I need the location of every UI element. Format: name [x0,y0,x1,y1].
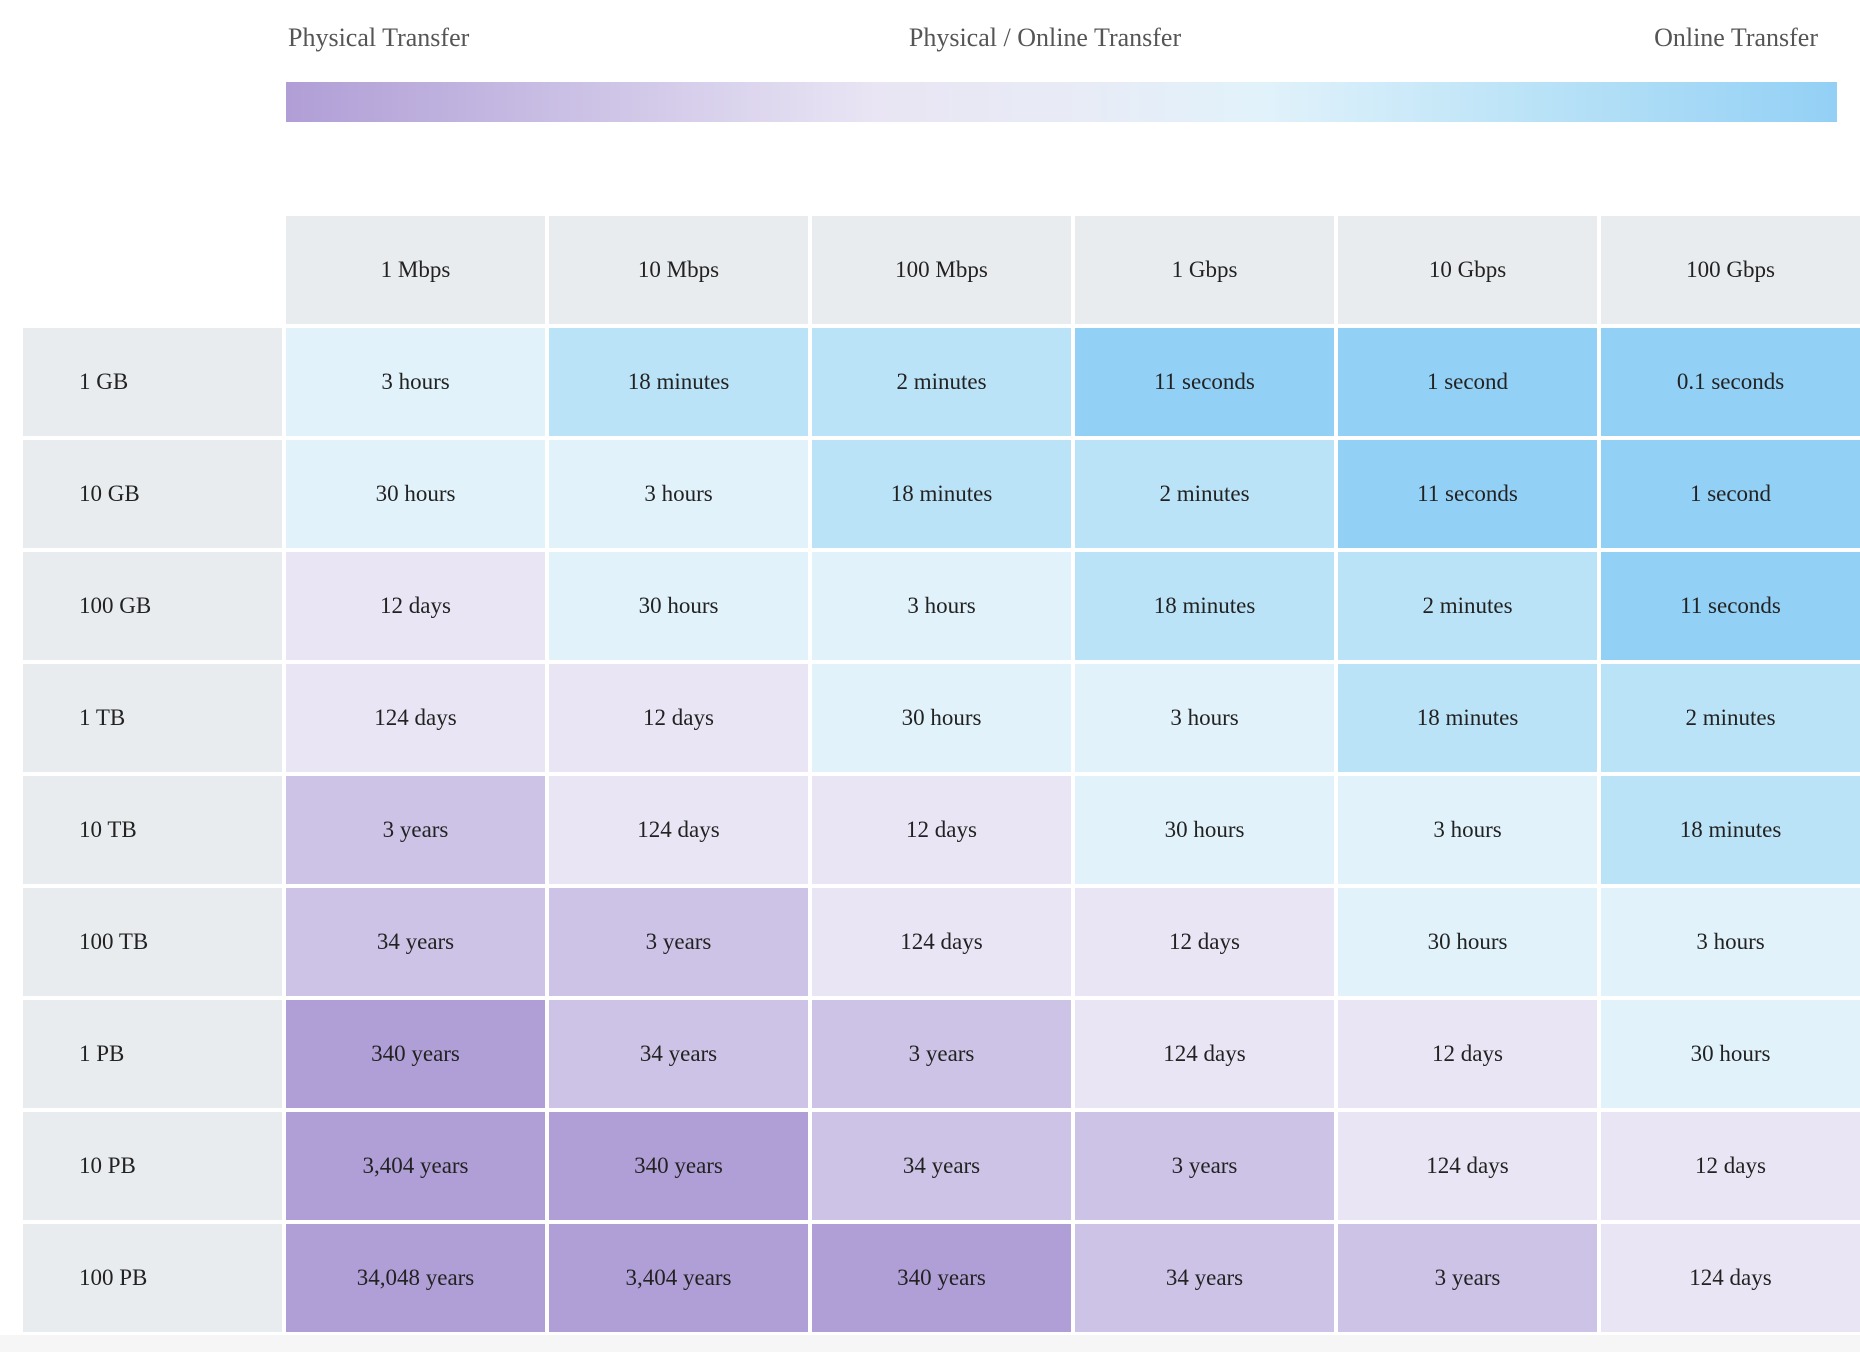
table-cell: 124 days [1338,1112,1597,1220]
table-cell: 30 hours [1075,776,1334,884]
table-cell: 12 days [286,552,545,660]
table-cell: 3 years [1075,1112,1334,1220]
table-cell: 3 hours [812,552,1071,660]
row-header: 100 TB [23,888,282,996]
row-header: 1 TB [23,664,282,772]
table-cell: 2 minutes [1601,664,1860,772]
table-cell: 3 years [549,888,808,996]
table-cell: 11 seconds [1075,328,1334,436]
table-cell: 3 years [812,1000,1071,1108]
table-cell: 340 years [549,1112,808,1220]
row-header: 100 PB [23,1224,282,1332]
column-header: 1 Gbps [1075,216,1334,324]
table-cell: 1 second [1601,440,1860,548]
table-cell: 12 days [549,664,808,772]
table-cell: 3 hours [549,440,808,548]
column-header: 100 Gbps [1601,216,1860,324]
table-cell: 34 years [286,888,545,996]
table-cell: 11 seconds [1338,440,1597,548]
table-cell: 34 years [549,1000,808,1108]
table-cell: 1 second [1338,328,1597,436]
column-header: 10 Gbps [1338,216,1597,324]
table-cell: 11 seconds [1601,552,1860,660]
table-cell: 12 days [812,776,1071,884]
table-cell: 124 days [812,888,1071,996]
table-cell: 2 minutes [812,328,1071,436]
table-cell: 3 years [286,776,545,884]
column-header: 1 Mbps [286,216,545,324]
transfer-time-table: 1 Mbps 10 Mbps 100 Mbps 1 Gbps 10 Gbps 100 Gb… [23,216,1860,1332]
column-header: 10 Mbps [549,216,808,324]
row-header: 1 PB [23,1000,282,1108]
table-cell: 12 days [1601,1112,1860,1220]
table-cell: 124 days [549,776,808,884]
table-cell: 124 days [286,664,545,772]
table-cell: 34,048 years [286,1224,545,1332]
row-header: 1 GB [23,328,282,436]
row-header: 10 GB [23,440,282,548]
table-cell: 12 days [1338,1000,1597,1108]
table-cell: 2 minutes [1075,440,1334,548]
table-cell: 18 minutes [812,440,1071,548]
row-header: 10 TB [23,776,282,884]
table-cell: 3 hours [1338,776,1597,884]
table-cell: 18 minutes [549,328,808,436]
table-cell: 3 hours [1075,664,1334,772]
table-cell: 3 years [1338,1224,1597,1332]
table-cell: 18 minutes [1338,664,1597,772]
table-cell: 30 hours [812,664,1071,772]
table-cell: 18 minutes [1075,552,1334,660]
legend-label-online: Online Transfer [1654,23,1818,52]
row-header: 10 PB [23,1112,282,1220]
table-cell: 30 hours [1338,888,1597,996]
table-cell: 34 years [1075,1224,1334,1332]
table-cell: 340 years [286,1000,545,1108]
table-cell: 30 hours [549,552,808,660]
table-cell: 124 days [1075,1000,1334,1108]
table-cell: 2 minutes [1338,552,1597,660]
table-cell: 3 hours [286,328,545,436]
table-cell: 3,404 years [286,1112,545,1220]
table-cell: 340 years [812,1224,1071,1332]
row-header: 100 GB [23,552,282,660]
table-cell: 30 hours [286,440,545,548]
table-cell: 12 days [1075,888,1334,996]
table-cell: 3 hours [1601,888,1860,996]
table-corner [23,216,282,324]
table-cell: 124 days [1601,1224,1860,1332]
column-header: 100 Mbps [812,216,1071,324]
table-cell: 18 minutes [1601,776,1860,884]
table-cell: 30 hours [1601,1000,1860,1108]
page-footer-background [0,1335,1860,1352]
legend-label-physical-online: Physical / Online Transfer [908,23,1182,52]
table-cell: 34 years [812,1112,1071,1220]
legend-gradient-bar [286,82,1837,122]
table-cell: 0.1 seconds [1601,328,1860,436]
table-cell: 3,404 years [549,1224,808,1332]
